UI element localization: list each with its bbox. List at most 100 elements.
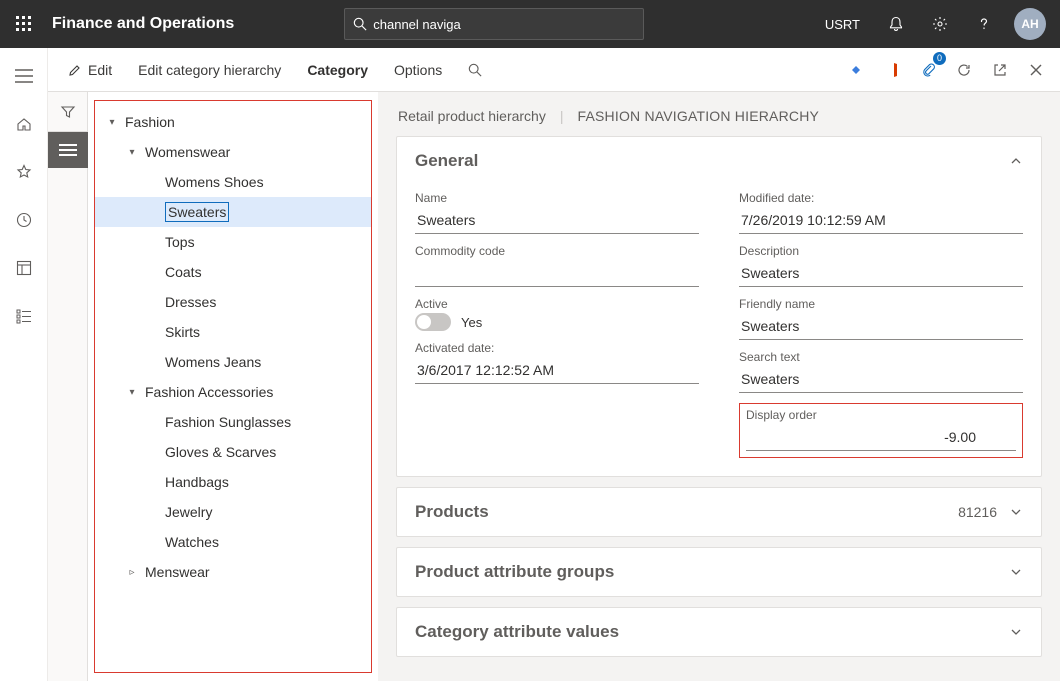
popout-icon xyxy=(992,62,1008,78)
edit-hierarchy-label: Edit category hierarchy xyxy=(138,62,281,78)
section-category-attribute-values-header[interactable]: Category attribute values xyxy=(397,608,1041,656)
office-button[interactable] xyxy=(878,56,906,84)
nav-hamburger[interactable] xyxy=(4,56,44,96)
search-icon xyxy=(353,17,367,31)
breadcrumb-parent[interactable]: Retail product hierarchy xyxy=(398,108,546,124)
settings-button[interactable] xyxy=(920,0,960,48)
activated-date-input[interactable] xyxy=(415,357,699,384)
tree-node-womens-shoes[interactable]: Womens Shoes xyxy=(95,167,371,197)
edit-button[interactable]: Edit xyxy=(58,56,122,84)
list-icon xyxy=(59,144,77,156)
office-icon xyxy=(884,62,900,78)
clock-icon xyxy=(16,212,32,228)
tree-node-sweaters[interactable]: Sweaters xyxy=(95,197,371,227)
tree-node-coats[interactable]: Coats xyxy=(95,257,371,287)
tree-label: Jewelry xyxy=(165,504,212,520)
tree-label: Womens Shoes xyxy=(165,174,264,190)
nav-favorites[interactable] xyxy=(4,152,44,192)
gear-icon xyxy=(932,16,948,32)
nav-home[interactable] xyxy=(4,104,44,144)
tree-node-handbags[interactable]: Handbags xyxy=(95,467,371,497)
filter-button[interactable] xyxy=(48,92,88,132)
tree-label: Gloves & Scarves xyxy=(165,444,276,460)
chevron-down-icon: ▾ xyxy=(105,117,119,128)
tree-node-womenswear[interactable]: ▾ Womenswear xyxy=(95,137,371,167)
modified-date-input[interactable] xyxy=(739,207,1023,234)
close-button[interactable] xyxy=(1022,56,1050,84)
name-input[interactable] xyxy=(415,207,699,234)
tree-node-tops[interactable]: Tops xyxy=(95,227,371,257)
section-title: Category attribute values xyxy=(415,622,619,642)
options-button[interactable]: Options xyxy=(384,56,452,84)
section-products-header[interactable]: Products 81216 xyxy=(397,488,1041,536)
help-button[interactable] xyxy=(964,0,1004,48)
tree-node-dresses[interactable]: Dresses xyxy=(95,287,371,317)
global-search-input[interactable] xyxy=(373,17,635,32)
description-label: Description xyxy=(739,244,1023,258)
tree-node-fashion-sunglasses[interactable]: Fashion Sunglasses xyxy=(95,407,371,437)
popout-button[interactable] xyxy=(986,56,1014,84)
tree-label: Womenswear xyxy=(145,144,230,160)
tree-node-gloves-scarves[interactable]: Gloves & Scarves xyxy=(95,437,371,467)
edit-hierarchy-button[interactable]: Edit category hierarchy xyxy=(128,56,291,84)
tree-label: Watches xyxy=(165,534,219,550)
company-code[interactable]: USRT xyxy=(813,17,872,32)
field-display-order: Display order xyxy=(739,403,1023,458)
products-count: 81216 xyxy=(958,504,997,520)
tree-label: Fashion xyxy=(125,114,175,130)
search-text-input[interactable] xyxy=(739,366,1023,393)
display-order-input[interactable] xyxy=(746,424,1016,451)
list-pane-toggle[interactable] xyxy=(48,132,88,168)
friendly-name-input[interactable] xyxy=(739,313,1023,340)
app-launcher[interactable] xyxy=(8,8,40,40)
star-icon xyxy=(16,164,32,180)
tree-node-jewelry[interactable]: Jewelry xyxy=(95,497,371,527)
modified-date-label: Modified date: xyxy=(739,191,1023,205)
tree-node-womens-jeans[interactable]: Womens Jeans xyxy=(95,347,371,377)
section-general-header[interactable]: General xyxy=(397,137,1041,185)
commodity-label: Commodity code xyxy=(415,244,699,258)
question-icon xyxy=(976,16,992,32)
global-search[interactable] xyxy=(344,8,644,40)
category-button[interactable]: Category xyxy=(297,56,378,84)
related-info-button[interactable] xyxy=(842,56,870,84)
diamond-icon xyxy=(848,62,864,78)
avatar[interactable]: AH xyxy=(1014,8,1046,40)
tree-node-menswear[interactable]: ▹ Menswear xyxy=(95,557,371,587)
name-label: Name xyxy=(415,191,699,205)
attachments-button[interactable]: 0 xyxy=(914,56,942,84)
bell-icon xyxy=(888,16,904,32)
field-search-text: Search text xyxy=(739,350,1023,393)
hamburger-icon xyxy=(15,69,33,83)
page-search-button[interactable] xyxy=(458,57,492,83)
nav-modules[interactable] xyxy=(4,296,44,336)
field-friendly-name: Friendly name xyxy=(739,297,1023,340)
refresh-icon xyxy=(956,62,972,78)
section-product-attribute-groups-header[interactable]: Product attribute groups xyxy=(397,548,1041,596)
attachments-count: 0 xyxy=(933,52,946,65)
paperclip-icon xyxy=(920,62,936,78)
chevron-right-icon: ▹ xyxy=(125,567,139,578)
chevron-down-icon: ▾ xyxy=(125,387,139,398)
section-title: General xyxy=(415,151,478,171)
nav-recent[interactable] xyxy=(4,200,44,240)
refresh-button[interactable] xyxy=(950,56,978,84)
display-order-label: Display order xyxy=(746,408,1016,422)
pencil-icon xyxy=(68,63,82,77)
tree-node-watches[interactable]: Watches xyxy=(95,527,371,557)
nav-workspaces[interactable] xyxy=(4,248,44,288)
tree-node-fashion-accessories[interactable]: ▾ Fashion Accessories xyxy=(95,377,371,407)
notifications-button[interactable] xyxy=(876,0,916,48)
tree-label: Womens Jeans xyxy=(165,354,261,370)
tree-node-fashion[interactable]: ▾ Fashion xyxy=(95,107,371,137)
search-icon xyxy=(468,63,482,77)
description-input[interactable] xyxy=(739,260,1023,287)
commodity-input[interactable] xyxy=(415,260,699,287)
options-label: Options xyxy=(394,62,442,78)
active-toggle[interactable] xyxy=(415,313,451,331)
field-activated-date: Activated date: xyxy=(415,341,699,384)
tree-node-skirts[interactable]: Skirts xyxy=(95,317,371,347)
field-active: Active Yes xyxy=(415,297,699,331)
friendly-name-label: Friendly name xyxy=(739,297,1023,311)
tree-label: Skirts xyxy=(165,324,200,340)
